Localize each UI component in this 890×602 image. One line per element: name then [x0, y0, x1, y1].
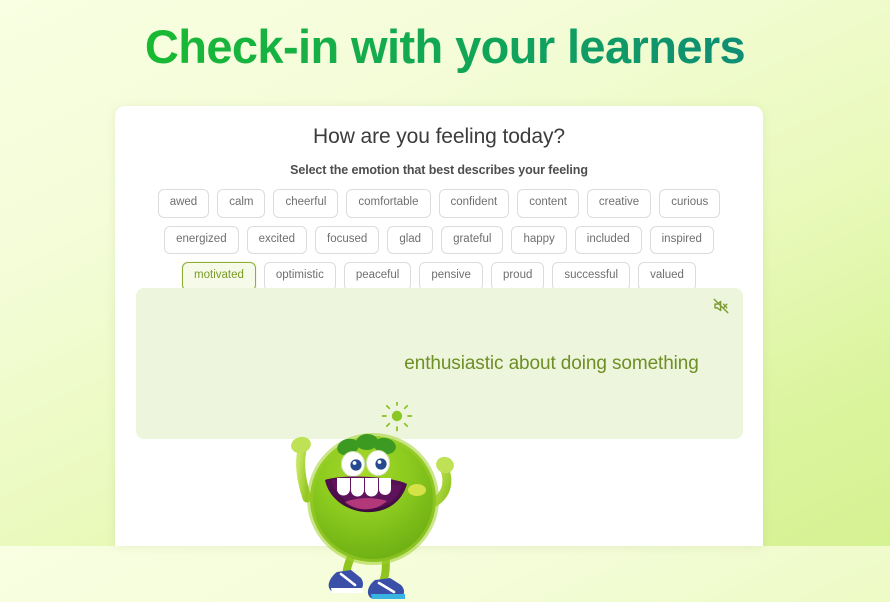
emotion-chip-comfortable[interactable]: comfortable [346, 189, 431, 218]
check-in-card: How are you feeling today? Select the em… [115, 106, 763, 599]
emotion-chip-inspired[interactable]: inspired [649, 225, 714, 254]
emotion-chip-creative[interactable]: creative [586, 189, 652, 218]
emotion-chip-list: awed calm cheerful comfortable confident cont… [115, 189, 763, 291]
card-heading: How are you feeling today? [313, 125, 565, 148]
page-title: Check-in with your learners [0, 16, 890, 78]
emotion-chip-energized[interactable]: energized [164, 225, 239, 254]
emotion-chip-awed[interactable]: awed [157, 189, 210, 218]
emotion-chip-motivated[interactable]: motivated [182, 262, 256, 291]
emotion-chip-calm[interactable]: calm [217, 189, 266, 218]
emotion-chip-included[interactable]: included [574, 225, 642, 254]
emotion-chip-glad[interactable]: glad [387, 225, 434, 254]
emotion-chip-optimistic[interactable]: optimistic [263, 262, 336, 291]
emotion-chip-grateful[interactable]: grateful [441, 225, 504, 254]
emotion-chip-excited[interactable]: excited [246, 225, 308, 254]
emotion-chip-valued[interactable]: valued [638, 262, 696, 291]
emotion-chip-pensive[interactable]: pensive [419, 262, 483, 291]
shoe-left-icon [328, 570, 363, 593]
emotion-chip-peaceful[interactable]: peaceful [343, 262, 412, 291]
emotion-chip-proud[interactable]: proud [490, 262, 545, 291]
emotion-chip-curious[interactable]: curious [659, 189, 721, 218]
card-subheading: Select the emotion that best describes y… [290, 163, 588, 177]
page-root: Check-in with your learners How are you … [0, 0, 890, 599]
emotion-chip-happy[interactable]: happy [511, 225, 567, 254]
emotion-chip-content[interactable]: content [517, 189, 579, 218]
emotion-chip-cheerful[interactable]: cheerful [273, 189, 339, 218]
emotion-chip-confident[interactable]: confident [438, 189, 510, 218]
emotion-chip-focused[interactable]: focused [315, 225, 380, 254]
emotion-chip-successful[interactable]: successful [552, 262, 631, 291]
definition-panel: enthusiastic about doing something [136, 288, 743, 439]
shoe-right-icon [367, 578, 405, 599]
emotion-definition-text: enthusiastic about doing something [404, 352, 699, 374]
